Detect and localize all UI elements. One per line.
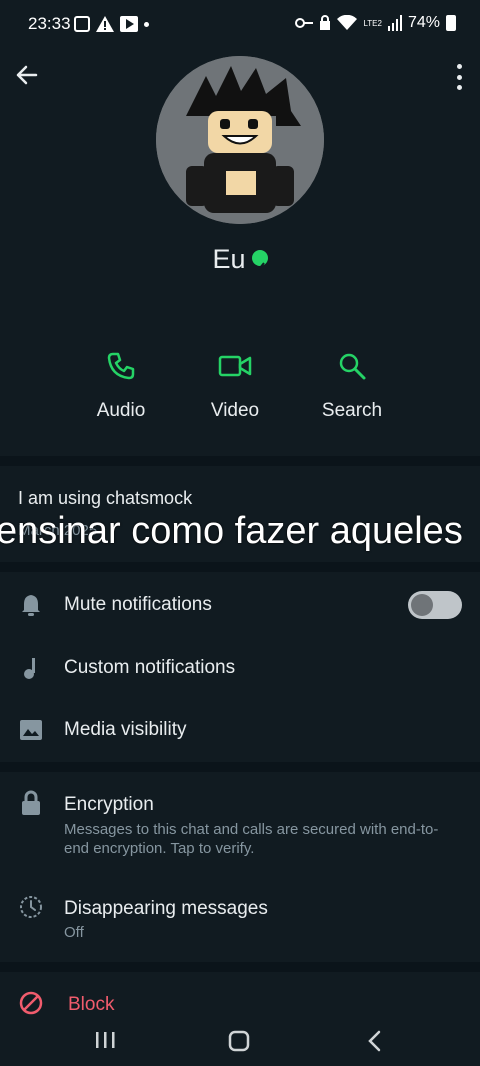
wifi-icon	[337, 15, 358, 30]
status-notification-icons	[74, 16, 149, 32]
search-icon	[339, 353, 366, 380]
play-store-icon	[120, 16, 138, 32]
back-nav-icon[interactable]	[366, 1030, 382, 1052]
timer-icon	[18, 894, 44, 920]
custom-notifications-label: Custom notifications	[64, 657, 236, 678]
verified-badge-icon	[251, 249, 268, 271]
system-nav-bar	[0, 1018, 480, 1066]
dot-icon	[144, 21, 149, 27]
media-visibility-row[interactable]: Media visibility	[0, 707, 480, 753]
block-row[interactable]: Block	[0, 984, 480, 1020]
lock-icon	[18, 790, 44, 816]
mute-toggle[interactable]	[408, 591, 462, 619]
encryption-description: Messages to this chat and calls are secu…	[64, 821, 439, 857]
encryption-row[interactable]: Encryption Messages to this chat and cal…	[0, 784, 480, 864]
screenshot-icon	[74, 16, 90, 32]
disappearing-messages-label: Disappearing messages	[64, 898, 268, 919]
action-buttons: Audio Video Search	[0, 346, 480, 436]
recent-apps-icon[interactable]	[94, 1030, 116, 1050]
search-button[interactable]: Search	[297, 346, 407, 422]
lock-status-icon	[320, 15, 331, 30]
encryption-label: Encryption	[64, 794, 154, 815]
profile-name-row: Eu	[0, 244, 480, 275]
section-divider	[0, 962, 480, 972]
status-bar: 23:33 LTE2 74%	[0, 0, 480, 50]
audio-label: Audio	[96, 400, 146, 421]
disappearing-messages-value: Off	[64, 924, 84, 941]
music-note-icon	[18, 655, 44, 681]
video-call-button[interactable]: Video	[180, 346, 290, 422]
signal-icon	[387, 15, 402, 31]
block-label: Block	[68, 994, 115, 1015]
media-visibility-label: Media visibility	[64, 719, 187, 740]
status-right-icons: LTE2 74%	[295, 14, 456, 32]
network-label: LTE2	[363, 18, 382, 28]
video-caption-overlay: ensinar como fazer aqueles	[0, 510, 463, 552]
warning-icon	[96, 16, 114, 32]
section-divider	[0, 562, 480, 572]
audio-call-button[interactable]: Audio	[66, 346, 176, 422]
block-icon	[18, 990, 44, 1016]
avatar-character-image	[156, 56, 324, 224]
section-divider	[0, 456, 480, 466]
disappearing-messages-row[interactable]: Disappearing messages Off	[0, 888, 480, 946]
home-icon[interactable]	[228, 1030, 250, 1052]
mute-notifications-label: Mute notifications	[64, 594, 212, 615]
video-icon	[218, 355, 252, 377]
more-options-icon[interactable]	[452, 64, 466, 90]
battery-icon	[446, 15, 456, 31]
section-divider	[0, 762, 480, 772]
image-icon	[18, 717, 44, 743]
profile-avatar[interactable]	[156, 56, 324, 224]
key-icon	[295, 18, 314, 28]
status-time: 23:33	[28, 14, 71, 33]
battery-percent: 74%	[407, 14, 440, 31]
about-text[interactable]: I am using chatsmock	[18, 488, 192, 509]
video-label: Video	[210, 400, 260, 421]
custom-notifications-row[interactable]: Custom notifications	[0, 645, 480, 691]
profile-name: Eu	[212, 244, 246, 274]
phone-icon	[107, 352, 135, 380]
search-label: Search	[321, 400, 383, 421]
bell-icon	[18, 592, 44, 618]
back-arrow-icon[interactable]	[12, 60, 42, 90]
